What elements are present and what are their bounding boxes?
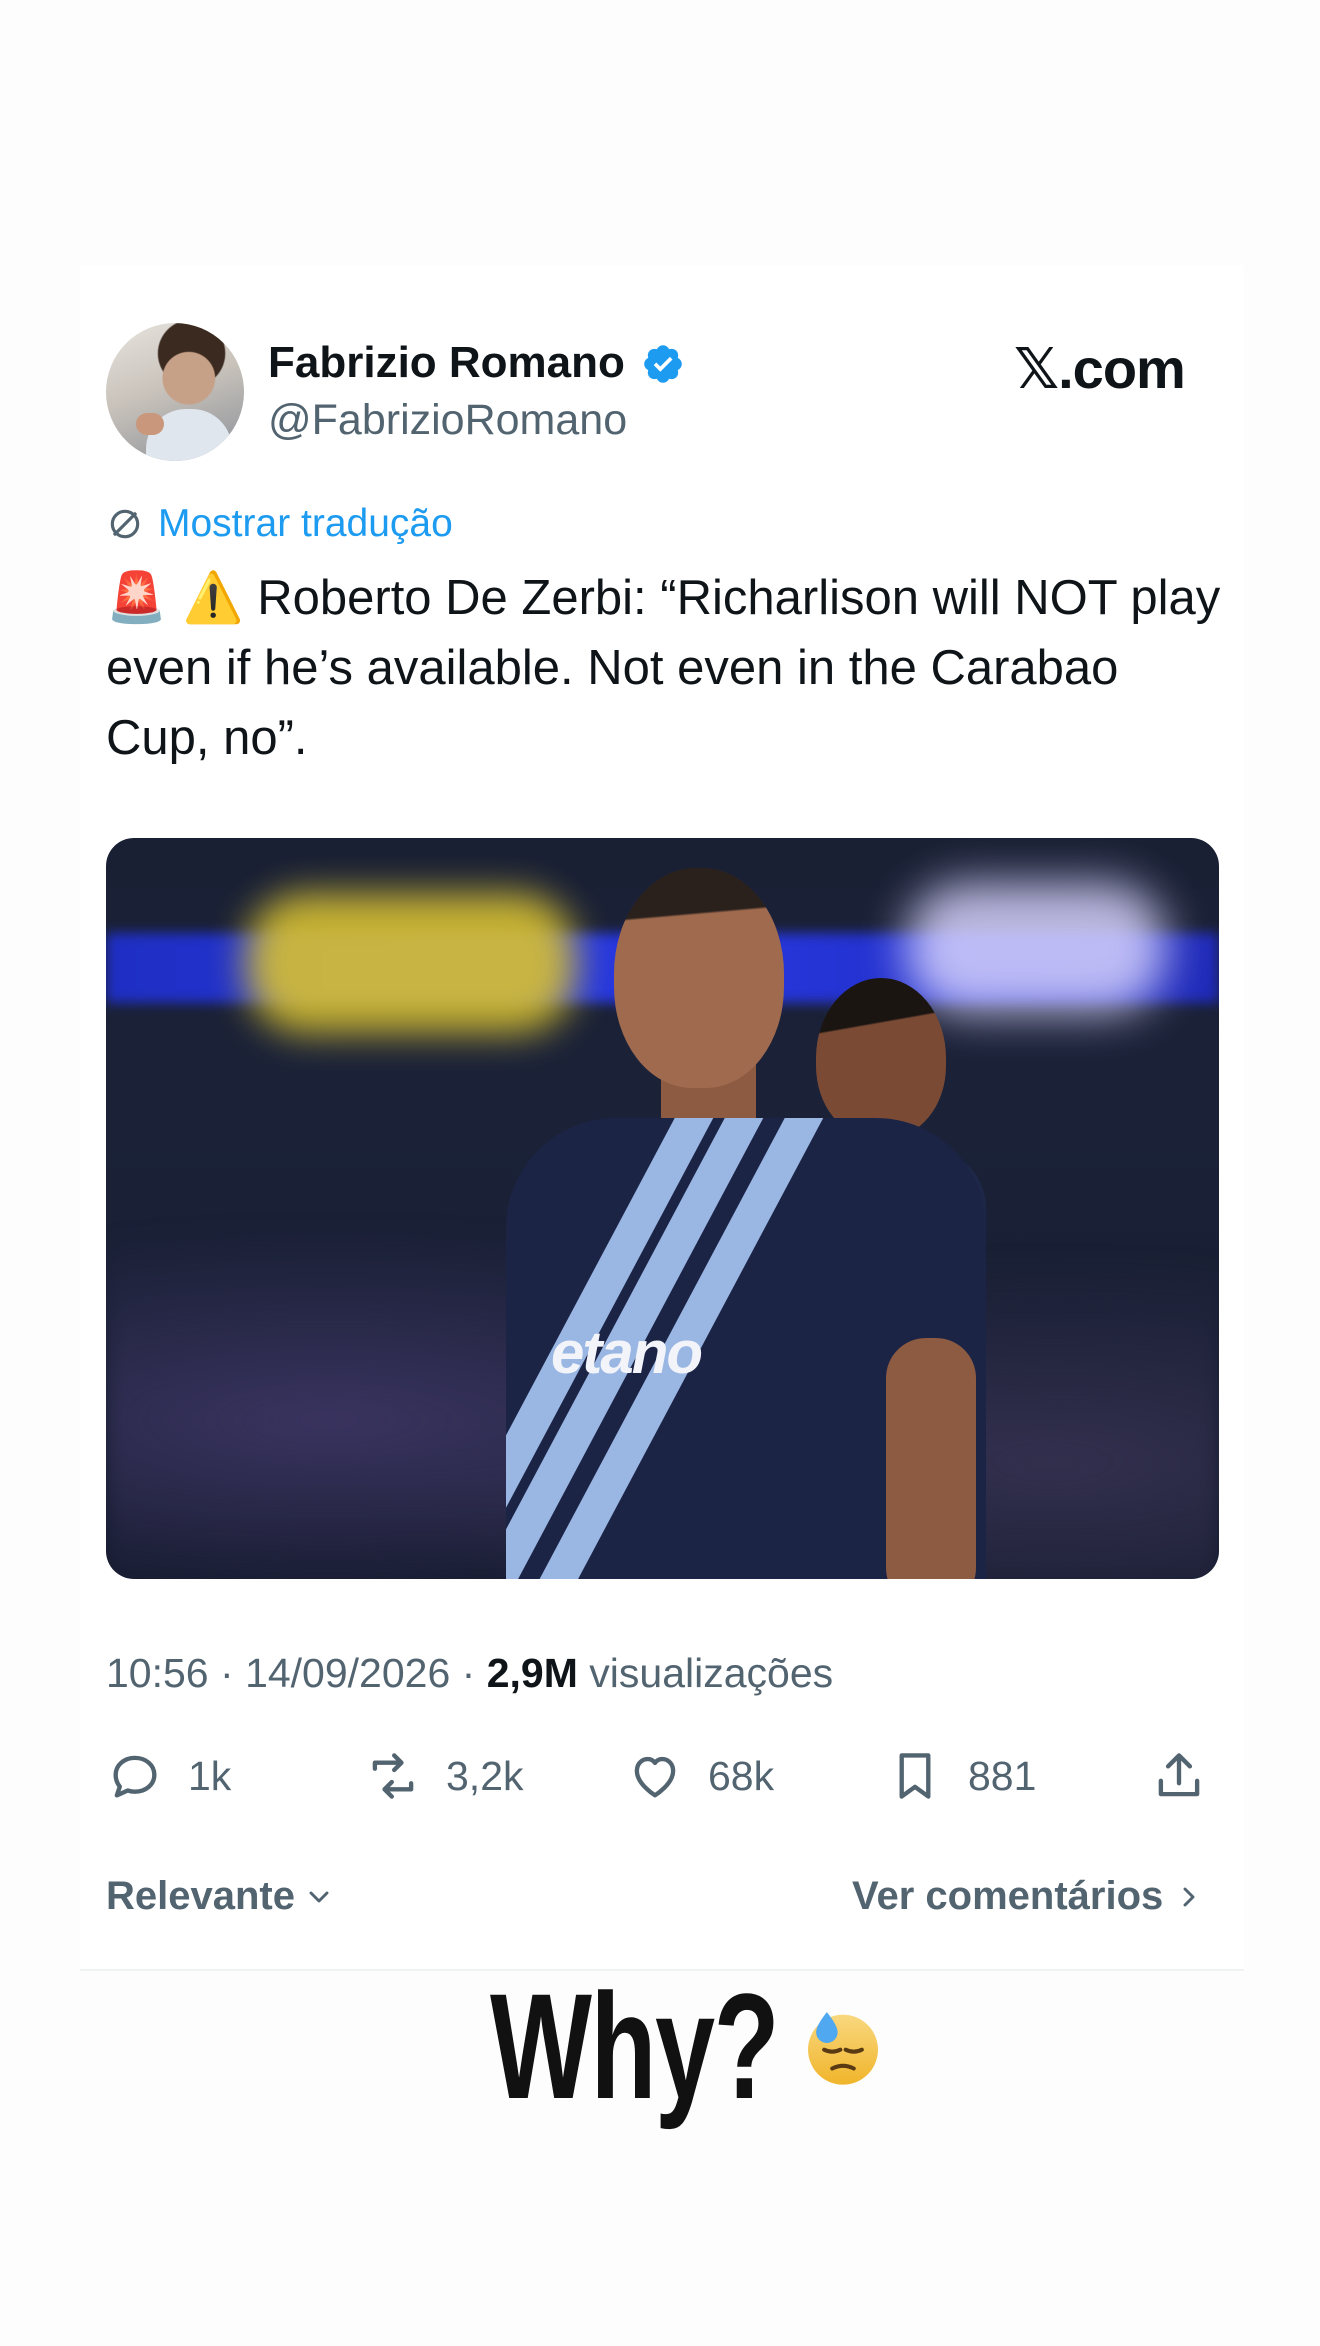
story-caption: Why? 😓 <box>490 1960 886 2133</box>
tweet-time: 10:56 <box>106 1650 209 1696</box>
reply-count: 1k <box>188 1752 232 1799</box>
chevron-down-icon <box>309 1891 329 1902</box>
repost-button[interactable]: 3,2k <box>364 1746 524 1806</box>
bookmark-button[interactable]: 881 <box>886 1746 1036 1806</box>
views-count: 2,9M <box>486 1650 578 1696</box>
sad-sweat-emoji-icon <box>808 2011 878 2085</box>
x-logo: 𝕏.com <box>1014 337 1186 400</box>
author-name[interactable]: Fabrizio Romano <box>268 338 625 388</box>
reply-icon <box>113 1755 157 1798</box>
author-handle[interactable]: @FabrizioRomano <box>268 396 627 445</box>
translate-link[interactable]: Mostrar tradução <box>106 500 453 548</box>
view-comments-label: Ver comentários <box>852 1874 1164 1918</box>
sort-label: Relevante <box>106 1874 295 1918</box>
tweet-emojis: 🚨 ⚠️ <box>106 569 244 626</box>
verified-badge-icon <box>644 345 682 383</box>
share-icon <box>1158 1753 1200 1797</box>
translate-icon <box>110 509 140 539</box>
reply-button[interactable]: 1k <box>106 1746 231 1806</box>
action-bar: 1k 3,2k 68k 881 <box>106 1746 1216 1806</box>
like-button[interactable]: 68k <box>626 1746 774 1806</box>
main-player: etano <box>506 868 986 1579</box>
tweet-body: Roberto De Zerbi: “Richarlison will NOT … <box>106 571 1221 765</box>
translate-label: Mostrar tradução <box>158 502 453 545</box>
shirt-sponsor: etano <box>551 1319 703 1386</box>
like-count: 68k <box>708 1752 775 1799</box>
like-icon <box>634 1756 676 1798</box>
tweet-date: 14/09/2026 <box>245 1650 451 1696</box>
sort-dropdown[interactable]: Relevante <box>106 1874 335 1919</box>
views-label: visualizações <box>589 1650 834 1696</box>
tweet-text: 🚨 ⚠️ Roberto De Zerbi: “Richarlison will… <box>106 563 1226 773</box>
tweet-image[interactable]: etano <box>106 838 1219 1579</box>
avatar[interactable] <box>106 323 244 461</box>
chevron-right-icon <box>1183 1887 1195 1906</box>
share-button[interactable] <box>1150 1746 1208 1806</box>
bookmark-count: 881 <box>968 1752 1037 1799</box>
repost-icon <box>372 1753 414 1799</box>
tweet-meta: 10:56 · 14/09/2026 · 2,9M visualizações <box>106 1650 834 1696</box>
caption-text: Why? <box>490 1962 780 2130</box>
repost-count: 3,2k <box>446 1752 524 1799</box>
view-comments-link[interactable]: Ver comentários <box>852 1874 1205 1919</box>
bookmark-icon <box>899 1753 931 1799</box>
